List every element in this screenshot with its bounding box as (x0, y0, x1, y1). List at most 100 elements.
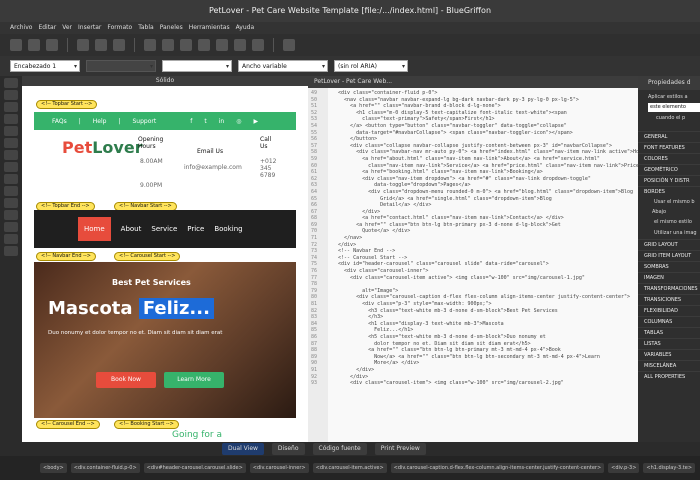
menu-archivo[interactable]: Archivo (10, 22, 32, 34)
font-select[interactable]: Ancho variable ▾ (238, 60, 328, 72)
nav-home[interactable]: Home (78, 217, 111, 241)
props-section[interactable]: IMAGEN (638, 272, 700, 283)
tab-design[interactable]: Diseño (271, 443, 305, 455)
props-section[interactable]: TABLAS (638, 327, 700, 338)
style-tool-icon[interactable] (4, 114, 18, 124)
menu-paneles[interactable]: Paneles (160, 22, 183, 34)
design-view[interactable]: <!-- Topbar Start --> FAQs | Help | Supp… (22, 86, 308, 442)
tab-dual-view[interactable]: Dual View (222, 443, 264, 455)
use-same-border[interactable]: Usar el mismo b (638, 197, 700, 207)
paragraph-style-select[interactable]: Encabezado 1 ▾ (10, 60, 80, 72)
menu-insertar[interactable]: Insertar (78, 22, 101, 34)
underline-icon[interactable] (4, 150, 18, 160)
crumb[interactable]: <div.p-3> (608, 463, 640, 473)
crumb[interactable]: <div.carousel-item.active> (312, 463, 387, 473)
props-section[interactable]: MISCELÁNEA (638, 360, 700, 371)
list-bullet-icon[interactable] (4, 210, 18, 220)
anchor-icon[interactable] (180, 39, 192, 51)
same-style-option[interactable]: el mismo estilo (638, 217, 700, 227)
crumb[interactable]: <div#header-carousel.carousel.slide> (143, 463, 246, 473)
save-icon[interactable] (46, 39, 58, 51)
props-section[interactable]: VARIABLES (638, 349, 700, 360)
validate-icon[interactable] (283, 39, 295, 51)
props-section[interactable]: COLUMNAS (638, 316, 700, 327)
style-tool-icon[interactable] (4, 102, 18, 112)
props-section[interactable]: POSICIÓN Y DISTR (638, 175, 700, 186)
linkedin-icon[interactable]: in (219, 118, 224, 125)
id-select[interactable]: ▾ (162, 60, 232, 72)
align-right-icon[interactable] (4, 186, 18, 196)
link-icon[interactable] (198, 39, 210, 51)
use-image-option[interactable]: Utilizar una imag (638, 227, 700, 239)
topbar-link[interactable]: Support (133, 118, 157, 125)
topbar-link[interactable]: Help (93, 118, 107, 125)
style-tool-icon[interactable] (4, 78, 18, 88)
italic-icon[interactable] (4, 138, 18, 148)
carousel-end-tag[interactable]: <!-- Carousel End --> (36, 420, 100, 429)
book-now-button[interactable]: Book Now (96, 372, 156, 388)
crumb[interactable]: <body> (40, 463, 67, 473)
paste-icon[interactable] (113, 39, 125, 51)
props-section[interactable]: LISTAS (638, 338, 700, 349)
navbar-end-tag[interactable]: <!-- Navbar End --> (36, 252, 96, 261)
source-view[interactable]: 49 50 51 52 53 54 55 56 57 58 59 60 61 6… (308, 88, 638, 442)
justify-icon[interactable] (4, 198, 18, 208)
props-section[interactable]: FLEXIBILIDAD (638, 305, 700, 316)
align-center-icon[interactable] (4, 174, 18, 184)
instagram-icon[interactable]: ◎ (236, 118, 241, 125)
props-section[interactable]: COLORES (638, 153, 700, 164)
menu-ayuda[interactable]: Ayuda (236, 22, 255, 34)
props-section[interactable]: ALL PROPERTIES (638, 371, 700, 382)
new-file-icon[interactable] (10, 39, 22, 51)
media-icon[interactable] (216, 39, 228, 51)
carousel-start-tag[interactable]: <!-- Carousel Start --> (114, 252, 181, 261)
nav-service[interactable]: Service (151, 225, 177, 233)
open-file-icon[interactable] (28, 39, 40, 51)
nav-price[interactable]: Price (187, 225, 204, 233)
topbar-link[interactable]: FAQs (52, 118, 67, 125)
learn-more-button[interactable]: Learn More (164, 372, 224, 388)
menu-tabla[interactable]: Tabla (138, 22, 154, 34)
aria-role-select[interactable]: (sin rol ARIA) ▾ (334, 60, 408, 72)
style-tool-icon[interactable] (4, 90, 18, 100)
table-icon[interactable] (144, 39, 156, 51)
copy-icon[interactable] (95, 39, 107, 51)
props-section[interactable]: GRID ITEM LAYOUT (638, 250, 700, 261)
class-select[interactable]: ▾ (86, 60, 156, 72)
image-icon[interactable] (162, 39, 174, 51)
youtube-icon[interactable]: ▶ (253, 118, 258, 125)
props-section[interactable]: GRID LAYOUT (638, 239, 700, 250)
crumb[interactable]: <h1.display-3.te> (643, 463, 696, 473)
tab-source[interactable]: Código fuente (312, 443, 367, 455)
bold-icon[interactable] (4, 126, 18, 136)
menu-herramientas[interactable]: Herramientas (189, 22, 230, 34)
tab-print-preview[interactable]: Print Preview (374, 443, 426, 455)
indent-icon[interactable] (4, 234, 18, 244)
align-left-icon[interactable] (4, 162, 18, 172)
menu-formato[interactable]: Formato (107, 22, 132, 34)
props-section[interactable]: SOMBRAS (638, 261, 700, 272)
facebook-icon[interactable]: f (190, 118, 192, 125)
outdent-icon[interactable] (4, 246, 18, 256)
nav-booking[interactable]: Booking (214, 225, 242, 233)
props-section[interactable]: GENERAL (638, 131, 700, 142)
booking-start-tag[interactable]: <!-- Booking Start --> (114, 420, 179, 429)
menu-ver[interactable]: Ver (62, 22, 72, 34)
list-number-icon[interactable] (4, 222, 18, 232)
source-code[interactable]: <div class="container-fluid p-0"> <nav c… (332, 90, 638, 387)
form-icon[interactable] (252, 39, 264, 51)
document-tab[interactable]: PetLover - Pet Care Web... (308, 76, 638, 88)
props-section[interactable]: TRANSICIONES (638, 294, 700, 305)
crumb[interactable]: <div.container-fluid.p-0> (70, 463, 140, 473)
twitter-icon[interactable]: t (204, 118, 206, 125)
props-section[interactable]: GEOMÉTRICO (638, 164, 700, 175)
topbar-start-tag[interactable]: <!-- Topbar Start --> (36, 100, 98, 109)
props-section[interactable]: BORDES (638, 186, 700, 197)
crumb[interactable]: <div.carousel-inner> (249, 463, 309, 473)
props-section[interactable]: FONT FEATURES (638, 142, 700, 153)
nav-about[interactable]: About (121, 225, 142, 233)
props-section[interactable]: TRANSFORMACIONES (638, 283, 700, 294)
apply-styles-select[interactable]: este elemento (648, 103, 700, 112)
crumb[interactable]: <div.carousel-caption.d-flex.flex-column… (390, 463, 605, 473)
music-icon[interactable] (234, 39, 246, 51)
